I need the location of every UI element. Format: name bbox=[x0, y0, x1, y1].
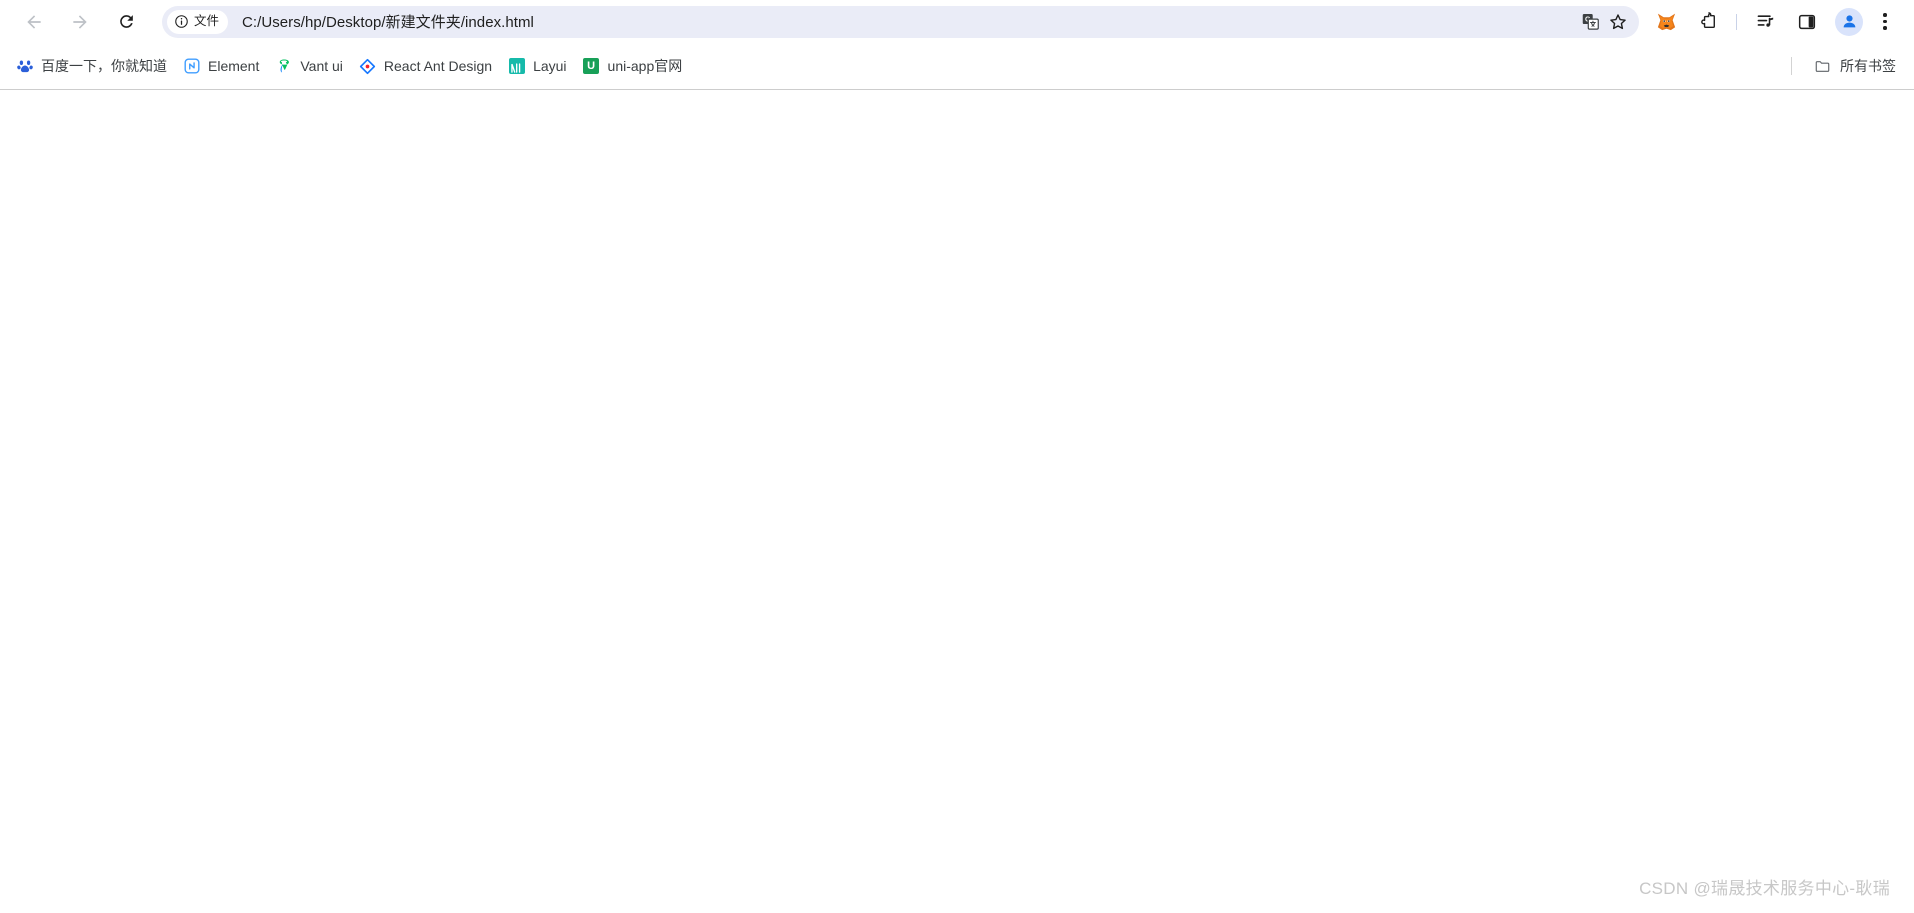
address-bar[interactable]: 文件 C:/Users/hp/Desktop/新建文件夹/index.html … bbox=[162, 5, 1639, 38]
bookmarks-divider bbox=[1791, 57, 1792, 75]
all-bookmarks-label: 所有书签 bbox=[1840, 58, 1896, 74]
browser-chrome: 文件 C:/Users/hp/Desktop/新建文件夹/index.html … bbox=[0, 0, 1914, 90]
menu-dot bbox=[1883, 19, 1887, 24]
toolbar-actions bbox=[1645, 6, 1906, 38]
puzzle-piece-icon[interactable] bbox=[1692, 6, 1724, 38]
bookmarks-bar: 百度一下，你就知道 Element Vant ui React Ant Desi… bbox=[0, 43, 1914, 90]
bookmark-label: 百度一下，你就知道 bbox=[41, 58, 167, 74]
bookmark-label: uni-app官网 bbox=[607, 58, 683, 74]
person-icon bbox=[1843, 15, 1855, 28]
csdn-watermark: CSDN @瑞晟技术服务中心-耿瑞 bbox=[1639, 879, 1890, 898]
bookmark-vant-ui[interactable]: Vant ui bbox=[267, 53, 351, 80]
back-button[interactable] bbox=[17, 5, 51, 39]
browser-toolbar: 文件 C:/Users/hp/Desktop/新建文件夹/index.html … bbox=[0, 0, 1914, 43]
toolbar-divider bbox=[1736, 13, 1737, 30]
bookmark-layui[interactable]: Layui bbox=[500, 53, 574, 80]
reload-button[interactable] bbox=[109, 5, 143, 39]
vant-ui-icon bbox=[275, 58, 292, 75]
fox-icon[interactable] bbox=[1650, 6, 1682, 38]
bookmarks-bar-right: 所有书签 bbox=[1791, 53, 1904, 80]
avatar[interactable] bbox=[1835, 7, 1863, 36]
bookmark-label: React Ant Design bbox=[383, 58, 493, 74]
page-content-area: CSDN @瑞晟技术服务中心-耿瑞 bbox=[0, 91, 1914, 913]
info-circle-icon bbox=[175, 15, 188, 28]
menu-dot bbox=[1883, 13, 1887, 17]
three-dots-icon[interactable] bbox=[1870, 6, 1900, 38]
all-bookmarks-button[interactable]: 所有书签 bbox=[1806, 53, 1904, 80]
bookmark-react-ant-design[interactable]: React Ant Design bbox=[351, 53, 500, 80]
translate-icon[interactable]: G bbox=[1576, 8, 1604, 36]
star-icon[interactable] bbox=[1604, 8, 1632, 36]
file-scheme-label: 文件 bbox=[194, 14, 220, 29]
forward-button[interactable] bbox=[63, 5, 97, 39]
bookmark-baidu[interactable]: 百度一下，你就知道 bbox=[8, 53, 175, 80]
element-ui-icon bbox=[183, 58, 200, 75]
bookmark-label: Vant ui bbox=[300, 58, 343, 74]
menu-dot bbox=[1883, 26, 1887, 30]
file-scheme-chip[interactable]: 文件 bbox=[167, 9, 229, 34]
folder-icon bbox=[1814, 58, 1831, 75]
bookmark-uni-app[interactable]: U uni-app官网 bbox=[575, 53, 691, 80]
ant-design-icon bbox=[359, 58, 376, 75]
uni-app-icon: U bbox=[583, 58, 600, 75]
bookmark-label: Layui bbox=[533, 58, 567, 74]
bookmark-label: Element bbox=[208, 58, 260, 74]
layui-icon bbox=[508, 58, 525, 75]
media-list-icon[interactable] bbox=[1749, 6, 1781, 38]
bookmarks-list: 百度一下，你就知道 Element Vant ui React Ant Desi… bbox=[8, 53, 1791, 80]
bookmark-element[interactable]: Element bbox=[175, 53, 267, 80]
baidu-paw-icon bbox=[16, 58, 33, 75]
url-text[interactable]: C:/Users/hp/Desktop/新建文件夹/index.html bbox=[242, 11, 1576, 32]
side-panel-icon[interactable] bbox=[1791, 6, 1823, 38]
